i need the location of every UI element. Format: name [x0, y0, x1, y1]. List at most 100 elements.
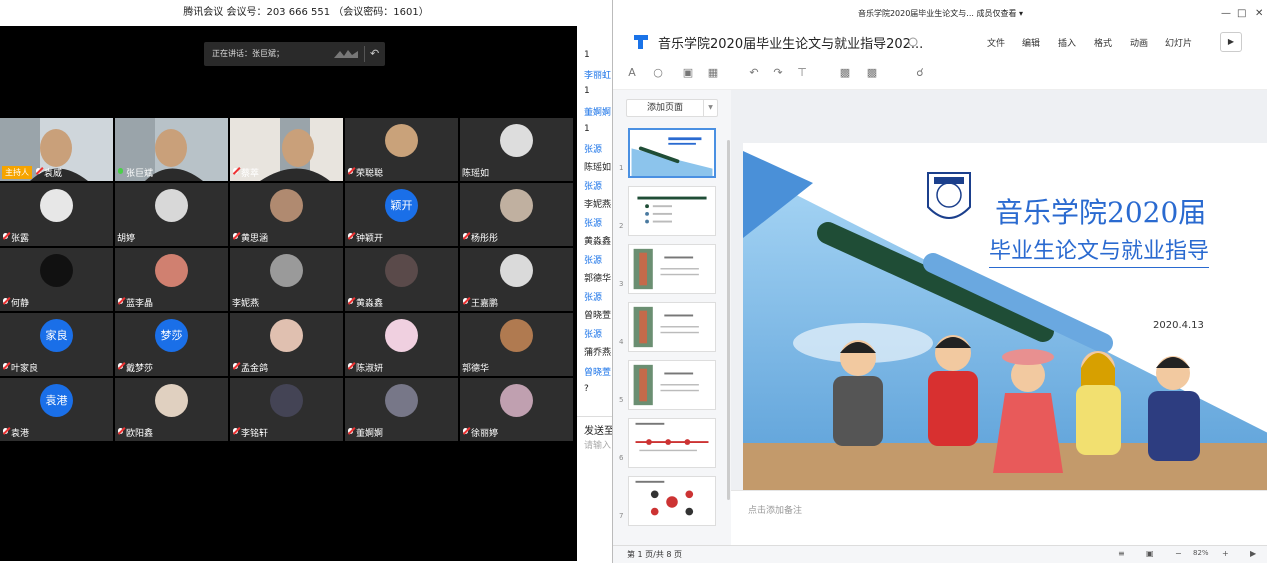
participant-tile[interactable]: 梦莎 戴梦莎: [115, 313, 228, 376]
participant-name-text: 郭德华: [462, 364, 490, 374]
mic-on-icon: [117, 168, 124, 177]
shape-icon[interactable]: ○: [651, 66, 665, 80]
pp-toolbar: A ○ ▣ ▦ ↶ ↷ ⊤ ▩ ▩ ☌: [613, 56, 1267, 90]
participant-tile[interactable]: 袁港 袁港: [0, 378, 113, 441]
chat-sender: 李丽虹: [584, 71, 612, 81]
mic-muted-icon: [347, 363, 354, 372]
layout-icon[interactable]: ▩: [865, 66, 879, 80]
send-to-label[interactable]: 发送至: [584, 422, 612, 437]
chat-input[interactable]: 请输入: [584, 438, 611, 451]
participant-tile[interactable]: 徐丽婷: [460, 378, 573, 441]
add-page-button[interactable]: 添加页面 ▼: [626, 99, 718, 117]
mic-muted-icon: [117, 363, 124, 372]
participant-tile[interactable]: 孟金鸽: [230, 313, 343, 376]
participant-tile[interactable]: 主持人 袁威: [0, 118, 113, 181]
participant-tile[interactable]: 欧阳鑫: [115, 378, 228, 441]
participant-tile[interactable]: 郭德华: [460, 313, 573, 376]
participant-tile[interactable]: 蔡萃: [230, 118, 343, 181]
textbox-icon[interactable]: A: [625, 66, 639, 80]
participant-tile[interactable]: 李妮燕: [230, 248, 343, 311]
participant-tile[interactable]: 李铭轩: [230, 378, 343, 441]
thumbnail-artwork: [631, 130, 713, 176]
menu-insert[interactable]: 插入: [1058, 36, 1076, 49]
chat-message: 1: [584, 124, 590, 134]
undo-icon[interactable]: ↶: [747, 66, 761, 80]
participant-tile[interactable]: 张露: [0, 183, 113, 246]
participant-name-text: 王嘉鹏: [471, 299, 499, 309]
participant-tile[interactable]: 胡婷: [115, 183, 228, 246]
participant-tile[interactable]: 张巨斌: [115, 118, 228, 181]
participant-name-text: 孟金鸽: [241, 364, 269, 374]
chat-sender: 张源: [584, 182, 603, 192]
slide-thumbnail[interactable]: [628, 128, 716, 178]
participant-tile[interactable]: 王嘉鹏: [460, 248, 573, 311]
slide-thumbnail[interactable]: [628, 244, 716, 294]
chat-sender: 张源: [584, 330, 603, 340]
slide-thumbnail[interactable]: [628, 360, 716, 410]
format-painter-icon[interactable]: ⊤: [795, 66, 809, 80]
image-icon[interactable]: ▣: [681, 66, 695, 80]
participant-tile[interactable]: 杨彤彤: [460, 183, 573, 246]
participant-name: 钟颖开: [347, 231, 383, 244]
participant-name-text: 叶家良: [11, 364, 39, 374]
divider: [364, 46, 365, 62]
doc-title[interactable]: 音乐学院2020届毕业生论文与就业指导202...: [658, 33, 923, 52]
participant-tile[interactable]: 黄淼鑫: [345, 248, 458, 311]
current-slide: 音乐学院2020届 毕业生论文与就业指导 2020.4.13: [743, 143, 1267, 490]
chevron-down-icon[interactable]: ▼: [703, 100, 717, 116]
menu-format[interactable]: 格式: [1094, 36, 1112, 49]
participant-name: 杨彤彤: [462, 231, 498, 244]
participant-name-text: 钟颖开: [356, 234, 384, 244]
avatar: [270, 254, 303, 287]
participant-tile[interactable]: 陈瑶如: [460, 118, 573, 181]
speaking-text: 正在讲话：张巨斌；: [212, 49, 284, 58]
chat-message: 1: [584, 86, 590, 96]
notes-toggle-icon[interactable]: ≡: [1118, 549, 1125, 558]
maximize-icon[interactable]: □: [1237, 0, 1246, 28]
participant-name: 张露: [2, 231, 29, 244]
slide-thumbnail[interactable]: [628, 476, 716, 526]
play-icon[interactable]: ▶: [1250, 549, 1256, 558]
slide-title-line1: 音乐学院2020届: [995, 196, 1207, 229]
table-icon[interactable]: ▦: [706, 66, 720, 80]
minimize-icon[interactable]: —: [1221, 0, 1231, 28]
menu-slideshow[interactable]: 幻灯片: [1165, 36, 1192, 49]
participant-name: 戴梦莎: [117, 361, 153, 374]
slide-thumbnail[interactable]: [628, 302, 716, 352]
mic-muted-icon: [35, 168, 42, 177]
menu-edit[interactable]: 编辑: [1022, 36, 1040, 49]
find-icon[interactable]: ☌: [913, 66, 927, 80]
chat-sender: 张源: [584, 256, 603, 266]
participant-tile[interactable]: 荣聪聪: [345, 118, 458, 181]
mic-muted-icon: [462, 233, 469, 242]
zoom-level[interactable]: 82%: [1193, 549, 1209, 557]
zoom-in-icon[interactable]: +: [1222, 549, 1229, 558]
participant-tile[interactable]: 蓝李晶: [115, 248, 228, 311]
redo-icon[interactable]: ↷: [771, 66, 785, 80]
notes-area[interactable]: 点击添加备注: [731, 490, 1267, 545]
participant-name-text: 陈淑妍: [356, 364, 384, 374]
slide-thumbnail[interactable]: [628, 418, 716, 468]
participant-tile[interactable]: 家良 叶家良: [0, 313, 113, 376]
participant-tile[interactable]: 董婀婀: [345, 378, 458, 441]
fit-icon[interactable]: ▣: [1146, 549, 1154, 558]
slide-number: 3: [619, 280, 624, 288]
participant-tile[interactable]: 陈淑妍: [345, 313, 458, 376]
menu-animation[interactable]: 动画: [1130, 36, 1148, 49]
slide-thumbnail[interactable]: [628, 186, 716, 236]
participant-name-text: 蓝李晶: [126, 299, 154, 309]
play-button[interactable]: ▶: [1220, 32, 1242, 52]
participant-name-text: 袁港: [11, 429, 30, 439]
close-icon[interactable]: ✕: [1255, 0, 1263, 28]
background-icon[interactable]: ▩: [838, 66, 852, 80]
participant-tile[interactable]: 黄思涵: [230, 183, 343, 246]
participant-name: 郭德华: [462, 361, 489, 374]
zoom-out-icon[interactable]: −: [1175, 549, 1182, 558]
participant-tile[interactable]: 何静: [0, 248, 113, 311]
avatar: [500, 189, 533, 222]
menu-file[interactable]: 文件: [987, 36, 1005, 49]
thumbnail-scrollbar[interactable]: [727, 140, 730, 500]
thumbnail-artwork: [635, 480, 694, 516]
back-icon[interactable]: ↶: [370, 46, 382, 62]
participant-tile[interactable]: 颖开 钟颖开: [345, 183, 458, 246]
